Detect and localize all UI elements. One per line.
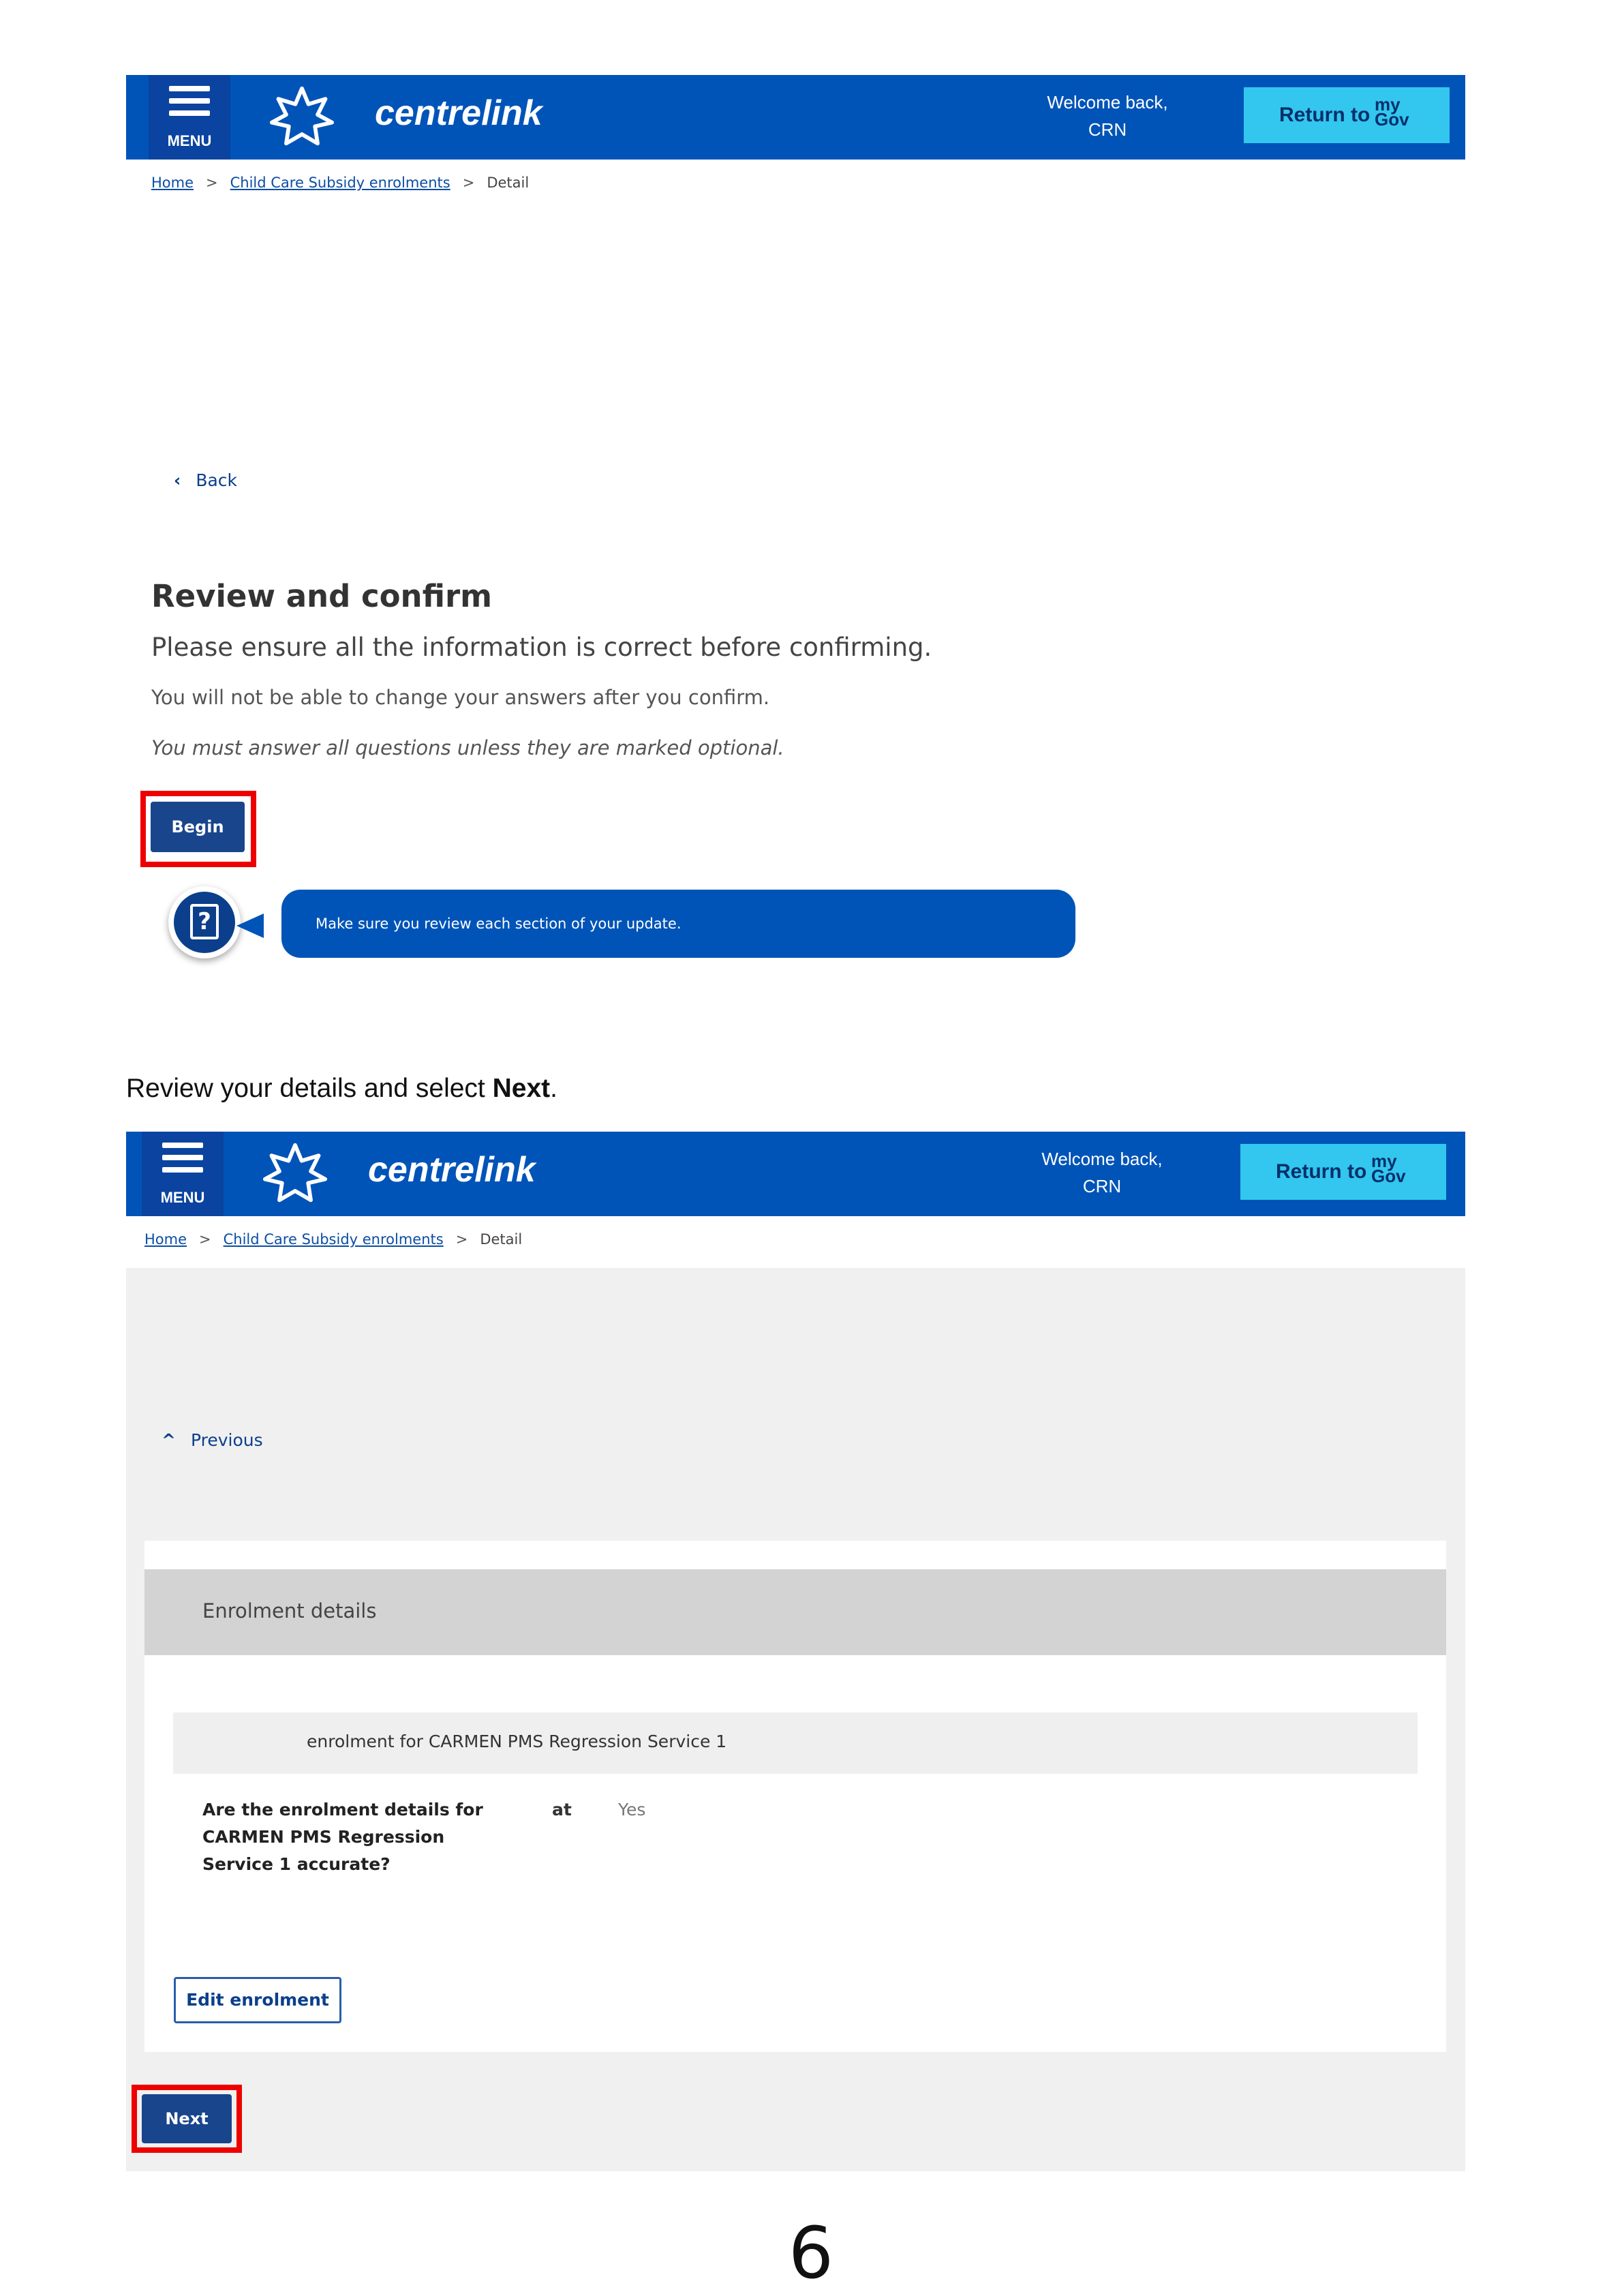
previous-link[interactable]: ^ Previous [162,1430,263,1450]
screenshot-enrolment-details: MENU centrelink Welcome back, CRN Return… [126,1132,1465,2171]
centrelink-logo-text: centrelink [375,93,542,133]
edit-enrolment-button[interactable]: Edit enrolment [174,1977,341,2023]
question-answer: Yes [618,1800,646,1819]
back-link[interactable]: ‹ Back [174,470,237,490]
welcome-line: Welcome back, [1041,1149,1163,1169]
begin-button[interactable]: Begin [151,802,245,852]
welcome-message: Welcome back, CRN [1007,1145,1197,1200]
help-speech-bubble: Make sure you review each section of you… [281,890,1075,958]
next-button[interactable]: Next [142,2094,232,2143]
breadcrumb-current: Detail [480,1231,523,1248]
content-panel: ^ Previous Enrolment details enrolment fo… [126,1268,1465,2171]
enrolment-question: Are the enrolment details for CARMEN PMS… [202,1800,483,1874]
menu-label: MENU [167,132,212,149]
breadcrumb-current: Detail [487,175,530,191]
page-title: Review and confirm [151,578,493,614]
menu-button[interactable]: MENU [149,75,230,160]
crn-label: CRN [1088,119,1127,140]
question-book-icon: ? [190,904,219,939]
screenshot-review-and-confirm: MENU centrelink Welcome back, CRN Return… [126,75,1465,1016]
card-title: Enrolment details [202,1599,377,1622]
return-label: Return to [1279,104,1371,126]
back-label: Back [196,470,238,490]
crn-label: CRN [1082,1176,1122,1196]
card-header: Enrolment details [144,1569,1446,1655]
hamburger-icon [162,1143,203,1185]
hamburger-icon [169,86,210,128]
breadcrumb-separator: > [455,1231,468,1248]
mygov-bottom: Gov [1375,109,1409,130]
instruction-text: Review your details and select Next. [126,1074,557,1104]
help-avatar: ? [168,886,241,958]
breadcrumb: Home > Child Care Subsidy enrolments > Detai… [144,1231,522,1248]
instruction-end: . [550,1074,557,1103]
chevron-up-icon: ^ [162,1430,176,1450]
previous-label: Previous [190,1430,263,1450]
return-label: Return to [1276,1160,1367,1183]
menu-button[interactable]: MENU [142,1132,224,1216]
menu-label: MENU [160,1189,205,1206]
optional-questions-note: You must answer all questions unless the… [151,736,784,759]
welcome-line: Welcome back, [1047,92,1168,112]
centrelink-logo-text: centrelink [368,1150,536,1190]
breadcrumb-home-link[interactable]: Home [144,1231,187,1248]
breadcrumb-enrolments-link[interactable]: Child Care Subsidy enrolments [230,175,450,191]
mygov-logo: my Gov [1371,1152,1406,1186]
enrolment-subheader: enrolment for CARMEN PMS Regression Serv… [173,1712,1418,1774]
breadcrumb-home-link[interactable]: Home [151,175,194,191]
centrelink-star-logo-icon [262,1143,328,1203]
centrelink-star-logo-icon [269,86,335,146]
top-navigation-bar: MENU centrelink Welcome back, CRN Return… [126,1132,1465,1216]
instruction-bold: Next [492,1074,551,1103]
breadcrumb: Home > Child Care Subsidy enrolments > Detai… [151,175,529,191]
breadcrumb-separator: > [462,175,475,191]
question-at-label: at [552,1800,572,1819]
mygov-bottom: Gov [1371,1166,1406,1186]
page-number: 6 [788,2211,834,2295]
return-to-mygov-button[interactable]: Return to my Gov [1240,1144,1446,1200]
enrolment-card: Enrolment details enrolment for CARMEN P… [144,1541,1446,2052]
breadcrumb-enrolments-link[interactable]: Child Care Subsidy enrolments [224,1231,444,1248]
instruction-lead: Review your details and select [126,1074,493,1103]
top-navigation-bar: MENU centrelink Welcome back, CRN Return… [126,75,1465,160]
welcome-message: Welcome back, CRN [1012,89,1203,143]
help-avatar-inner: ? [174,892,235,953]
breadcrumb-separator: > [206,175,218,191]
breadcrumb-separator: > [199,1231,211,1248]
page-subtitle: Please ensure all the information is cor… [151,633,932,662]
chevron-left-icon: ‹ [174,470,181,490]
speech-bubble-tail [236,913,264,938]
mygov-logo: my Gov [1375,95,1409,130]
return-to-mygov-button[interactable]: Return to my Gov [1244,87,1450,143]
confirm-warning-text: You will not be able to change your answ… [151,686,770,709]
enrolment-subheader-text: enrolment for CARMEN PMS Regression Serv… [307,1732,727,1751]
